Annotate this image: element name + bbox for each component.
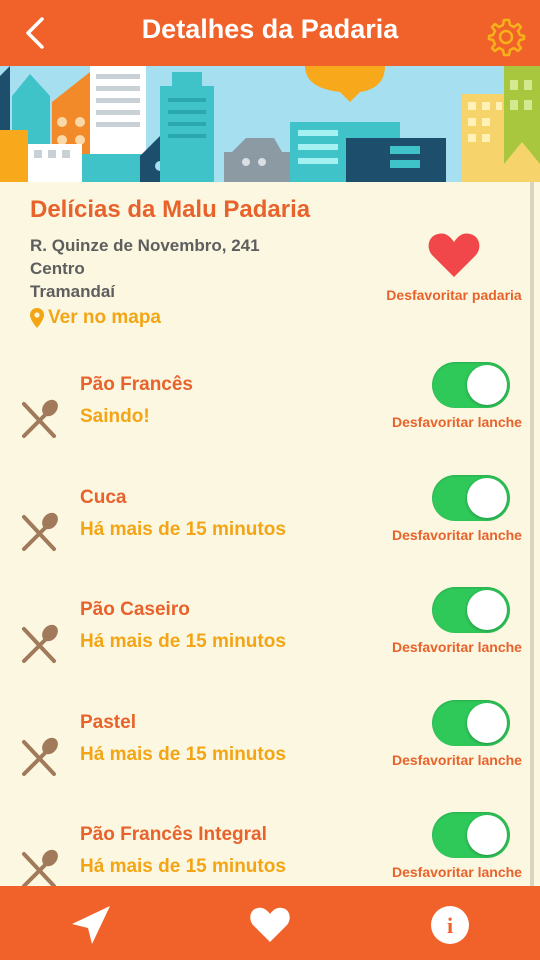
product-status: Há mais de 15 minutos [80, 856, 286, 877]
address-line: Tramandaí [30, 282, 116, 301]
toggle-knob [467, 590, 507, 630]
fork-spoon-icon [22, 624, 58, 663]
map-link[interactable]: Ver no mapa [30, 307, 310, 329]
toggle-knob [467, 702, 507, 743]
unfavorite-bakery-label: Desfavoritar padaria [386, 287, 522, 303]
bakery-info: Delícias da Malu Padaria R. Quinze de No… [30, 196, 310, 329]
toggle-knob [467, 815, 507, 855]
fork-spoon-icon [22, 399, 58, 438]
gear-icon[interactable] [486, 17, 526, 57]
map-link-label: Ver no mapa [48, 307, 161, 328]
unfavorite-product-button[interactable]: Desfavoritar lanche [392, 752, 522, 768]
product-name: Pão Francês Integral [80, 824, 267, 845]
product-name: Pão Caseiro [80, 599, 190, 620]
navigation-arrow-icon[interactable] [70, 904, 112, 946]
toggle-knob [467, 365, 507, 405]
address-line: R. Quinze de Novembro, 241 [30, 236, 260, 255]
product-notification-toggle[interactable] [432, 362, 510, 408]
product-status: Há mais de 15 minutos [80, 743, 286, 765]
heart-icon [428, 233, 480, 277]
product-row: Pastel Há mais de 15 minutos Desfavoritar … [0, 699, 540, 824]
top-app-bar: Detalhes da Padaria [0, 0, 540, 66]
city-banner-illustration [0, 66, 540, 182]
product-notification-toggle[interactable] [432, 699, 510, 746]
bottom-navigation: i [0, 886, 540, 960]
info-icon[interactable]: i [429, 904, 471, 946]
product-notification-toggle[interactable] [432, 474, 510, 521]
unfavorite-product-button[interactable]: Desfavoritar lanche [392, 864, 522, 880]
product-name: Pastel [80, 711, 136, 733]
address-line: Centro [30, 259, 85, 278]
unfavorite-product-button[interactable]: Desfavoritar lanche [392, 527, 522, 543]
map-pin-icon [30, 308, 44, 328]
product-status: Há mais de 15 minutos [80, 631, 286, 652]
product-row: Cuca Há mais de 15 minutos Desfavoritar la… [0, 474, 540, 599]
product-notification-toggle[interactable] [432, 812, 510, 858]
product-notification-toggle[interactable] [432, 587, 510, 633]
fork-spoon-icon [22, 512, 58, 551]
product-status: Há mais de 15 minutos [80, 518, 286, 540]
unfavorite-bakery-button[interactable]: Desfavoritar padaria [384, 232, 524, 303]
product-name: Cuca [80, 486, 127, 508]
fork-spoon-icon [22, 849, 58, 888]
product-row: Pão Francês Saindo! Desfavoritar lanche [0, 362, 540, 486]
fork-spoon-icon [22, 737, 58, 776]
product-row: Pão Caseiro Há mais de 15 minutos Desfavor… [0, 587, 540, 711]
heart-icon[interactable] [249, 904, 291, 946]
product-name: Pão Francês [80, 374, 193, 395]
unfavorite-product-button[interactable]: Desfavoritar lanche [392, 414, 522, 430]
bakery-name: Delícias da Malu Padaria [30, 196, 311, 223]
svg-text:i: i [447, 913, 453, 938]
product-status: Saindo! [80, 406, 150, 427]
toggle-knob [467, 477, 507, 518]
unfavorite-product-button[interactable]: Desfavoritar lanche [392, 639, 522, 655]
page-title: Detalhes da Padaria [141, 14, 399, 44]
